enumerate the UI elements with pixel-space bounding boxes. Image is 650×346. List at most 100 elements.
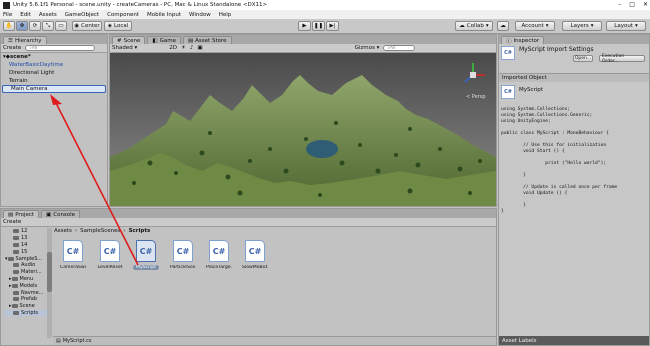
menu-help[interactable]: Help <box>219 12 232 18</box>
menu-file[interactable]: File <box>3 12 12 18</box>
tab-asset-store[interactable]: ▤ Asset Store <box>182 36 232 44</box>
account-dropdown[interactable]: Account ▾ <box>515 21 555 31</box>
scene-search-input[interactable]: ⌕ All <box>383 45 416 51</box>
hand-tool-button[interactable]: ✋ <box>3 21 15 31</box>
2d-toggle[interactable]: 2D <box>169 45 177 51</box>
menu-mobile-input[interactable]: Mobile Input <box>147 12 181 18</box>
scene-root[interactable]: ▾ ◆ scene* <box>1 53 107 61</box>
move-icon: ✥ <box>19 23 25 29</box>
minimize-button[interactable]: – <box>618 1 621 8</box>
menu-gameobject[interactable]: GameObject <box>65 12 99 18</box>
store-icon: ▤ <box>187 37 194 44</box>
hierarchy-item-main-camera[interactable]: Main Camera <box>2 85 106 93</box>
open-button[interactable]: Open... <box>573 55 593 62</box>
audio-icon[interactable]: ♪ <box>190 45 194 51</box>
main-toolbar: ✋ ✥ ⟳ ⤡ ▭ ◉ Center ◈ Local ▶ ❚❚ ▶| ☁ Collab… <box>0 19 650 34</box>
hierarchy-item-terrain[interactable]: Terrain <box>1 77 107 85</box>
chevron-down-icon: ▾ <box>545 23 549 29</box>
folder-icon <box>11 283 18 288</box>
cloud-services-button[interactable]: ☁ <box>497 21 509 31</box>
tree-scrollbar[interactable] <box>47 228 52 338</box>
folder-icon <box>11 304 18 309</box>
selected-file-bar: ▤ MyScript.cs <box>53 336 496 345</box>
light-icon[interactable]: ☀ <box>181 45 186 51</box>
hierarchy-item-waterbasicdaytime[interactable]: WaterBasicDaytime <box>1 61 107 69</box>
local-icon: ◈ <box>107 23 112 29</box>
tree-item-12[interactable]: 12 <box>5 228 49 235</box>
window-title: Unity 5.6.1f1 Personal - scene.unity - c… <box>13 2 268 8</box>
execution-order-button[interactable]: Execution Order... <box>599 54 645 64</box>
info-icon: ⓘ <box>506 38 512 45</box>
menu-component[interactable]: Component <box>107 12 139 18</box>
scale-tool-button[interactable]: ⤡ <box>42 21 54 31</box>
step-button[interactable]: ▶| <box>326 21 339 31</box>
tree-item-samplescenes[interactable]: ▾ SampleS... <box>5 255 49 262</box>
tree-item-15[interactable]: 15 <box>5 248 49 255</box>
tree-item-menu[interactable]: ▸ Menu <box>5 276 49 283</box>
tree-item-models[interactable]: ▸ Models <box>5 282 49 289</box>
create-dropdown[interactable]: Create <box>3 45 21 51</box>
tab-game[interactable]: ◧ Game <box>147 36 181 44</box>
breadcrumb-scripts[interactable]: Scripts <box>129 228 151 234</box>
effects-icon[interactable]: ▣ <box>197 45 202 51</box>
asset-slowmobutton[interactable]: C#SlowMoBut... <box>242 240 268 270</box>
menu-edit[interactable]: Edit <box>20 12 31 18</box>
hierarchy-item-directional-light[interactable]: Directional Light <box>1 69 107 77</box>
tab-console[interactable]: ▣ Console <box>41 210 81 218</box>
tab-project[interactable]: ▤ Project <box>3 210 40 218</box>
menu-assets[interactable]: Assets <box>39 12 57 18</box>
script-source-code: using System.Collections; using System.C… <box>501 107 618 214</box>
breadcrumb-samplescenes[interactable]: SampleScenes <box>80 228 120 234</box>
tree-item-prefabs[interactable]: Prefab <box>5 296 49 303</box>
tree-scrollbar-thumb[interactable] <box>47 252 52 292</box>
project-create-dropdown[interactable]: Create <box>3 219 21 225</box>
pause-button[interactable]: ❚❚ <box>312 21 325 31</box>
pivot-local-button[interactable]: ◈ Local <box>104 21 132 31</box>
gizmos-dropdown[interactable]: Gizmos ▾ <box>355 45 380 51</box>
chevron-down-icon: ▾ <box>634 23 638 29</box>
asset-labels-bar[interactable]: Asset Labels <box>499 336 649 345</box>
play-button[interactable]: ▶ <box>298 21 311 31</box>
script-file-icon: ▤ <box>56 338 61 344</box>
shading-dropdown[interactable]: Shaded ▾ <box>112 45 137 51</box>
tab-hierarchy[interactable]: ☰ Hierarchy <box>3 36 47 44</box>
perspective-label[interactable]: < Persp <box>466 94 486 100</box>
pivot-center-button[interactable]: ◉ Center <box>72 21 102 31</box>
layout-dropdown[interactable]: Layout ▾ <box>606 21 646 31</box>
asset-placetargetwithmouse[interactable]: C#PlaceTarge... <box>206 240 232 270</box>
tree-item-materials[interactable]: Materi... <box>5 269 49 276</box>
pause-icon: ❚❚ <box>313 23 324 29</box>
tree-item-13[interactable]: 13 <box>5 235 49 242</box>
asset-myscript[interactable]: C# MyScript <box>133 240 159 270</box>
script-file-icon: C# <box>501 46 515 60</box>
rect-tool-button[interactable]: ▭ <box>55 21 67 31</box>
scene-icon: # <box>117 37 122 44</box>
move-tool-button[interactable]: ✥ <box>16 21 28 31</box>
tab-inspector[interactable]: ⓘ Inspector <box>501 36 545 45</box>
tree-item-navmesh[interactable]: Navme... <box>5 289 49 296</box>
inspector-title: MyScript Import Settings <box>519 46 594 53</box>
collab-button[interactable]: ☁ Collab ▾ <box>455 21 493 31</box>
breadcrumb-separator-icon: › <box>123 228 126 234</box>
hierarchy-search-input[interactable]: ⌕ All <box>25 45 96 51</box>
layers-dropdown[interactable]: Layers ▾ <box>562 21 602 31</box>
asset-cameraswitch[interactable]: C#CameraSwi... <box>60 240 86 270</box>
tree-item-scripts[interactable]: Scripts <box>5 309 49 317</box>
tree-item-14[interactable]: 14 <box>5 242 49 249</box>
asset-levelreset[interactable]: C# LevelReset <box>97 240 123 270</box>
maximize-button[interactable]: □ <box>629 1 635 8</box>
cloud-check-icon: ☁ <box>459 23 465 29</box>
breadcrumb: Assets › SampleScenes › Scripts <box>54 228 150 234</box>
terrain-viewport[interactable]: < Persp <box>110 53 496 206</box>
folder-icon <box>13 297 19 302</box>
tab-scene[interactable]: # Scene <box>112 36 146 44</box>
asset-particlescenecontrols[interactable]: C#ParticleSce... <box>170 240 196 270</box>
rotate-tool-button[interactable]: ⟳ <box>29 21 41 31</box>
tree-item-audio[interactable]: Audio <box>5 262 49 269</box>
tree-item-scenes[interactable]: ▸ Scene <box>5 303 49 310</box>
close-button[interactable]: ✕ <box>643 1 648 8</box>
inspector-panel: ⓘ Inspector C# MyScript Import Settings O… <box>498 34 650 346</box>
menu-window[interactable]: Window <box>189 12 211 18</box>
imported-object-name: MyScript <box>519 87 543 93</box>
breadcrumb-assets[interactable]: Assets <box>54 228 72 234</box>
